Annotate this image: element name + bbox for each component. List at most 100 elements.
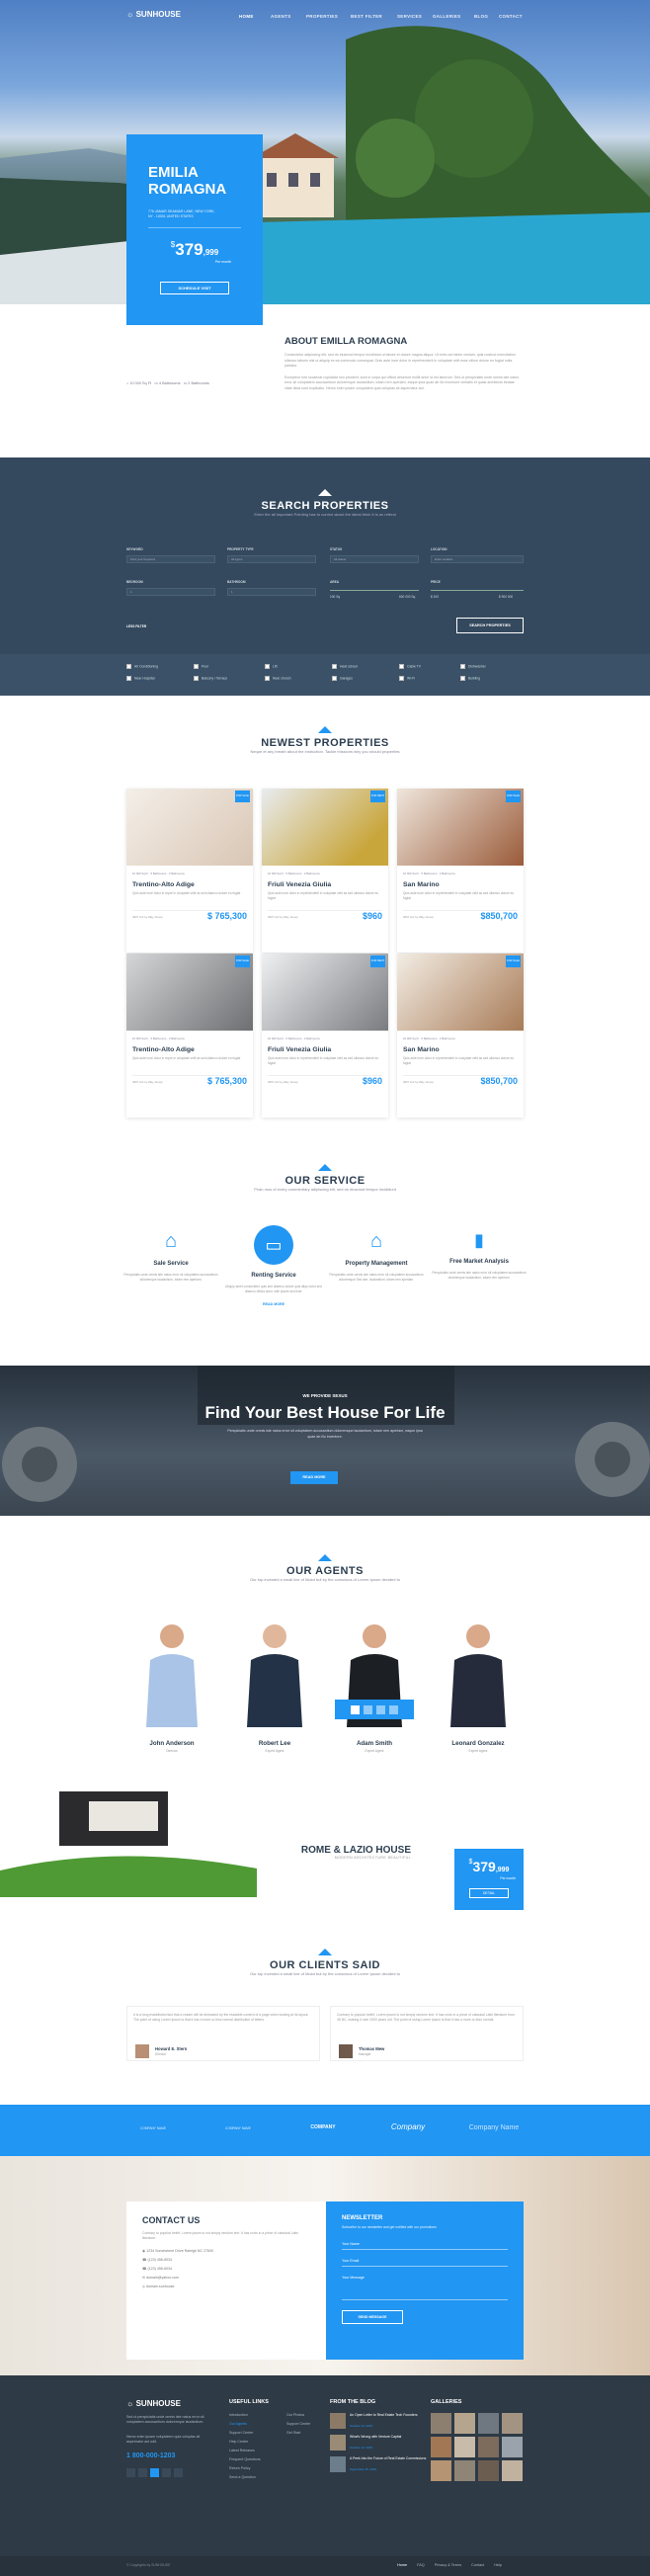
send-message-button[interactable]: SEND MESSAGE: [342, 2310, 403, 2324]
message-textarea[interactable]: Your Message: [342, 2273, 508, 2300]
amenity-checkbox[interactable]: Wi-Fi: [399, 676, 415, 681]
area-slider[interactable]: [330, 590, 419, 591]
amenity-checkbox[interactable]: Near Hospital: [126, 676, 155, 681]
status-select[interactable]: All status: [330, 555, 419, 563]
amenity-checkbox[interactable]: Air Conditioning: [126, 664, 158, 669]
amenity-checkbox[interactable]: Building: [460, 676, 480, 681]
gallery-thumb[interactable]: [502, 2413, 523, 2434]
detail-button[interactable]: DETAIL: [469, 1888, 509, 1898]
gallery-thumb[interactable]: [454, 2437, 475, 2457]
newest-subtitle: Neque et any breath about the instructio…: [250, 749, 400, 754]
linkedin-icon[interactable]: [162, 2468, 171, 2477]
email-input[interactable]: Your Email: [342, 2256, 508, 2267]
property-card[interactable]: FOR RENT 10 000 Sq Ft · 5 Bathrooms · 2 …: [262, 954, 388, 1118]
nav-contact[interactable]: CONTACT: [499, 14, 523, 19]
footer-link[interactable]: Support Center: [286, 2420, 310, 2429]
amenity-checkbox[interactable]: Near church: [265, 676, 290, 681]
property-title[interactable]: San Marino: [397, 881, 524, 888]
search-properties-button[interactable]: SEARCH PROPERTIES: [456, 618, 524, 633]
bottom-link[interactable]: Contact: [471, 2563, 484, 2567]
property-title[interactable]: Friuli Venezia Giulia: [262, 881, 388, 888]
blog-post[interactable]: An Open Letter to Real Estate Tech Found…: [330, 2413, 429, 2435]
property-card[interactable]: FOR SALE 10 000 Sq Ft · 5 Bathrooms · 2 …: [397, 954, 524, 1118]
property-meta: 10 000 Sq Ft · 5 Bathrooms · 2 Bathrooms: [403, 872, 455, 875]
amenity-checkbox[interactable]: Pool: [194, 664, 208, 669]
amenity-checkbox[interactable]: Garages: [332, 676, 353, 681]
blog-post[interactable]: What's Wrong with Venture Capital October…: [330, 2435, 429, 2456]
rss-icon[interactable]: [174, 2468, 183, 2477]
twitter-icon[interactable]: [138, 2468, 147, 2477]
bottom-link[interactable]: Privacy & Terms: [435, 2563, 461, 2567]
blog-post[interactable]: A Peek Into the Future of Real Estate Co…: [330, 2456, 429, 2478]
gallery-thumb[interactable]: [431, 2413, 451, 2434]
gallery-thumb[interactable]: [454, 2413, 475, 2434]
gallery-thumb[interactable]: [454, 2460, 475, 2481]
amenity-checkbox[interactable]: Lift: [265, 664, 278, 669]
property-title[interactable]: Trentino-Alto Adige: [126, 1046, 253, 1053]
name-input[interactable]: Your Name: [342, 2239, 508, 2250]
agent-card[interactable]: Leonard Gonzalez Expert Agent: [439, 1619, 518, 1753]
footer-link[interactable]: Our Agents: [229, 2420, 261, 2429]
bathroom-select[interactable]: 1: [227, 588, 316, 596]
price-slider[interactable]: [431, 590, 524, 591]
footer-link[interactable]: Send a Question: [229, 2473, 261, 2482]
price-max[interactable]: $ 900 000: [499, 595, 513, 599]
gallery-thumb[interactable]: [431, 2437, 451, 2457]
bottom-link[interactable]: Home: [397, 2563, 407, 2567]
gallery-thumb[interactable]: [502, 2460, 523, 2481]
nav-services[interactable]: SERVICES: [397, 14, 422, 19]
amenity-checkbox[interactable]: Balcony / Terrace: [194, 676, 227, 681]
nav-agents[interactable]: AGENTS: [271, 14, 291, 19]
facebook-icon[interactable]: [126, 2468, 135, 2477]
footer-link[interactable]: Introduction: [229, 2411, 261, 2420]
nav-properties[interactable]: PROPERTIES: [306, 14, 338, 19]
agent-social-overlay: [335, 1700, 414, 1719]
read-more-button[interactable]: READ MORE: [290, 1471, 338, 1484]
facebook-icon[interactable]: [351, 1704, 360, 1714]
linkedin-icon[interactable]: [389, 1704, 398, 1714]
about-paragraph-1: Consectetur adipiscing elit, sed do eius…: [284, 353, 516, 368]
google-plus-icon[interactable]: [376, 1704, 385, 1714]
footer-link[interactable]: Frequent Questions: [229, 2455, 261, 2464]
footer-link[interactable]: Support Center: [229, 2429, 261, 2438]
bottom-link[interactable]: FAQ: [417, 2563, 425, 2567]
footer-link[interactable]: Return Policy: [229, 2464, 261, 2473]
gallery-thumb[interactable]: [478, 2460, 499, 2481]
bedroom-select[interactable]: 1: [126, 588, 215, 596]
amenity-checkbox[interactable]: Heat school: [332, 664, 358, 669]
brand-logo[interactable]: ☼ SUNHOUSE: [126, 10, 181, 19]
property-title[interactable]: Trentino-Alto Adige: [126, 881, 253, 888]
read-more-link[interactable]: READ MORE: [225, 1302, 322, 1306]
nav-blog[interactable]: BLOG: [474, 14, 488, 19]
bottom-link[interactable]: Help: [494, 2563, 502, 2567]
gallery-thumb[interactable]: [502, 2437, 523, 2457]
property-title[interactable]: San Marino: [397, 1046, 524, 1053]
amenity-checkbox[interactable]: Cable TV: [399, 664, 421, 669]
keyword-input[interactable]: Find your Keyword: [126, 555, 215, 563]
footer-link[interactable]: Get Start: [286, 2429, 310, 2438]
property-type-select[interactable]: All types: [227, 555, 316, 563]
agent-card[interactable]: Adam Smith Expert Agent: [335, 1619, 414, 1753]
twitter-icon[interactable]: [364, 1704, 372, 1714]
property-card[interactable]: FOR SALE 10 000 Sq Ft · 5 Bathrooms · 2 …: [126, 789, 253, 953]
property-title[interactable]: Friuli Venezia Giulia: [262, 1046, 388, 1053]
footer-link[interactable]: Our Photos: [286, 2411, 310, 2420]
agent-card[interactable]: John Anderson Director: [132, 1619, 211, 1753]
nav-home[interactable]: HOME: [239, 14, 254, 19]
footer-link[interactable]: Latest Releases: [229, 2447, 261, 2455]
schedule-visit-button[interactable]: SCHEDULE VISIT: [160, 282, 229, 294]
nav-galleries[interactable]: GALLERIES: [433, 14, 460, 19]
property-card[interactable]: FOR SALE 10 000 Sq Ft · 5 Bathrooms · 2 …: [397, 789, 524, 953]
amenity-checkbox[interactable]: Dishwasher: [460, 664, 486, 669]
agent-card[interactable]: Robert Lee Expert Agent: [235, 1619, 314, 1753]
property-card[interactable]: FOR RENT 10 000 Sq Ft · 5 Bathrooms · 2 …: [262, 789, 388, 953]
gallery-thumb[interactable]: [478, 2437, 499, 2457]
property-card[interactable]: FOR SALE 10 000 Sq Ft · 5 Bathrooms · 2 …: [126, 954, 253, 1118]
gallery-thumb[interactable]: [478, 2413, 499, 2434]
location-input[interactable]: Enter location: [431, 555, 524, 563]
less-filter-toggle[interactable]: LESS FILTER: [126, 624, 146, 628]
google-plus-icon[interactable]: [150, 2468, 159, 2477]
footer-link[interactable]: Help Center: [229, 2438, 261, 2447]
gallery-thumb[interactable]: [431, 2460, 451, 2481]
nav-best-filter[interactable]: BEST FILTER: [351, 14, 382, 19]
